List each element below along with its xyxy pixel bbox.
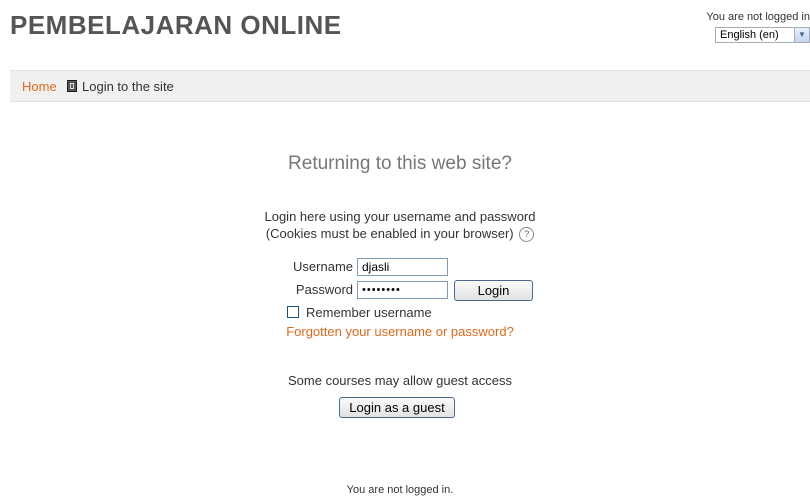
help-icon[interactable]: ? bbox=[519, 227, 535, 243]
password-label: Password bbox=[295, 282, 353, 297]
forgot-password-link[interactable]: Forgotten your username or password? bbox=[286, 324, 514, 339]
breadcrumb: Home Login to the site bbox=[10, 70, 810, 102]
guest-access-text: Some courses may allow guest access bbox=[288, 373, 512, 388]
header-login-info: You are not logged in bbox=[706, 11, 810, 23]
cookies-note-line: (Cookies must be enabled in your browser… bbox=[0, 226, 800, 243]
login-button[interactable]: Login bbox=[454, 280, 533, 301]
chevron-down-icon[interactable]: ▼ bbox=[794, 28, 809, 42]
forgot-line: Forgotten your username or password? bbox=[0, 324, 800, 339]
language-select[interactable]: English (en) ▼ bbox=[715, 27, 810, 43]
footer-login-info: You are not logged in. bbox=[346, 484, 454, 496]
username-input[interactable]: djasli bbox=[357, 258, 448, 276]
breadcrumb-separator-icon bbox=[67, 80, 77, 92]
remember-username-label: Remember username bbox=[306, 305, 432, 320]
login-heading: Returning to this web site? bbox=[288, 153, 512, 174]
language-selected-value: English (en) bbox=[720, 29, 779, 41]
breadcrumb-current: Login to the site bbox=[82, 79, 174, 94]
cookies-note: (Cookies must be enabled in your browser… bbox=[265, 226, 514, 241]
site-title: PEMBELAJARAN ONLINE bbox=[10, 10, 342, 40]
login-as-guest-button[interactable]: Login as a guest bbox=[339, 397, 455, 418]
login-intro: Login here using your username and passw… bbox=[264, 209, 536, 224]
breadcrumb-home-link[interactable]: Home bbox=[22, 79, 57, 94]
password-input[interactable]: •••••••• bbox=[357, 281, 448, 299]
remember-username-checkbox[interactable] bbox=[287, 306, 299, 318]
username-label: Username bbox=[293, 259, 353, 274]
